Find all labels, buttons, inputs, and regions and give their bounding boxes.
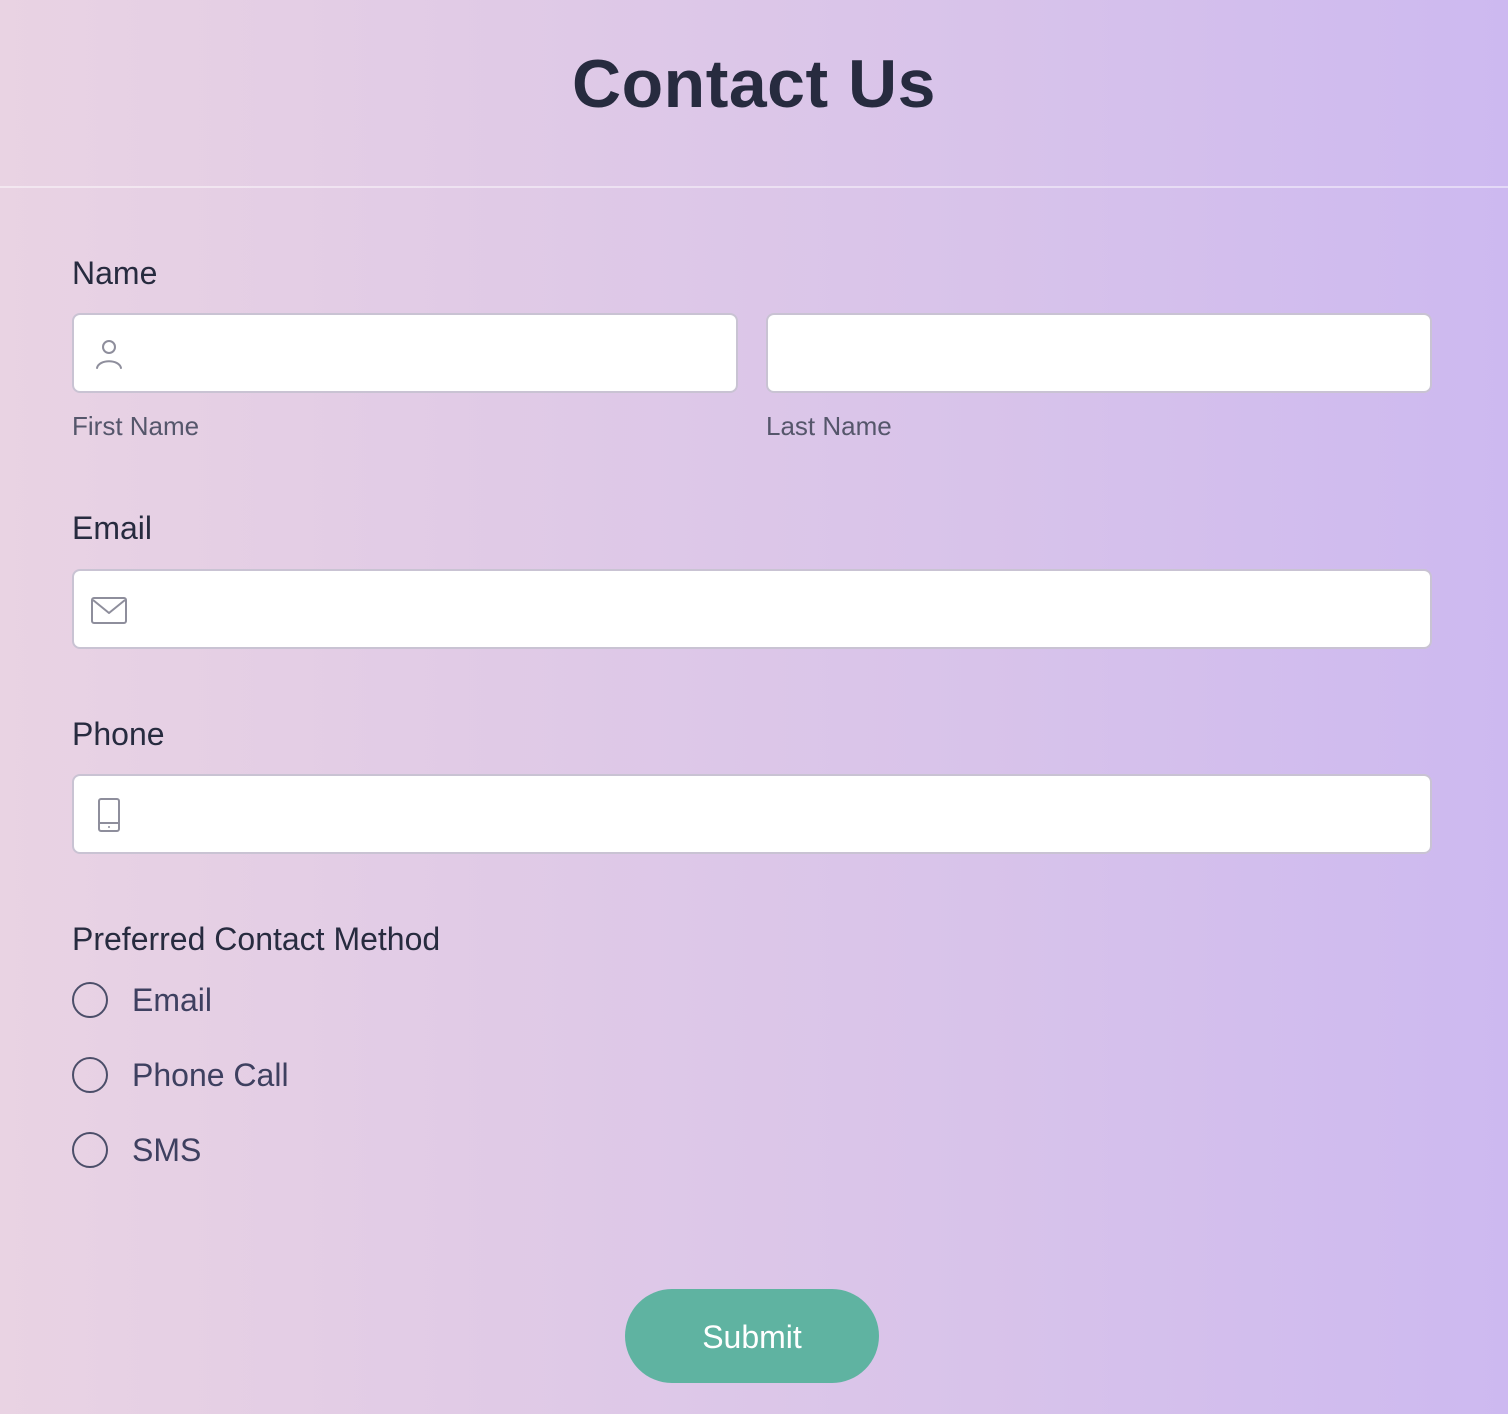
user-icon — [90, 335, 128, 373]
last-name-sublabel: Last Name — [766, 411, 892, 441]
phone-label: Phone — [72, 716, 165, 752]
contact-method-label: Preferred Contact Method — [72, 921, 441, 957]
last-name-input[interactable] — [788, 315, 1414, 391]
submit-button[interactable]: Submit — [625, 1289, 879, 1383]
last-name-field[interactable] — [766, 313, 1432, 393]
radio-option-email[interactable]: Email — [72, 980, 212, 1020]
radio-button[interactable] — [72, 1132, 108, 1168]
radio-button[interactable] — [72, 982, 108, 1018]
radio-label: Phone Call — [132, 1057, 289, 1093]
phone-icon — [90, 796, 128, 834]
first-name-field[interactable] — [72, 313, 738, 393]
email-label: Email — [72, 510, 153, 546]
phone-input[interactable] — [144, 776, 1414, 852]
page-title: Contact Us — [572, 46, 936, 122]
envelope-icon — [90, 591, 128, 629]
radio-option-sms[interactable]: SMS — [72, 1130, 201, 1170]
radio-button[interactable] — [72, 1057, 108, 1093]
phone-field[interactable] — [72, 774, 1432, 854]
first-name-sublabel: First Name — [72, 411, 200, 441]
page-header: Contact Us — [0, 0, 1508, 188]
first-name-input[interactable] — [144, 315, 720, 391]
radio-label: Email — [132, 982, 213, 1018]
email-input[interactable] — [144, 571, 1414, 647]
email-field[interactable] — [72, 569, 1432, 649]
name-label: Name — [72, 255, 158, 291]
radio-option-phone-call[interactable]: Phone Call — [72, 1055, 289, 1095]
radio-label: SMS — [132, 1132, 202, 1168]
